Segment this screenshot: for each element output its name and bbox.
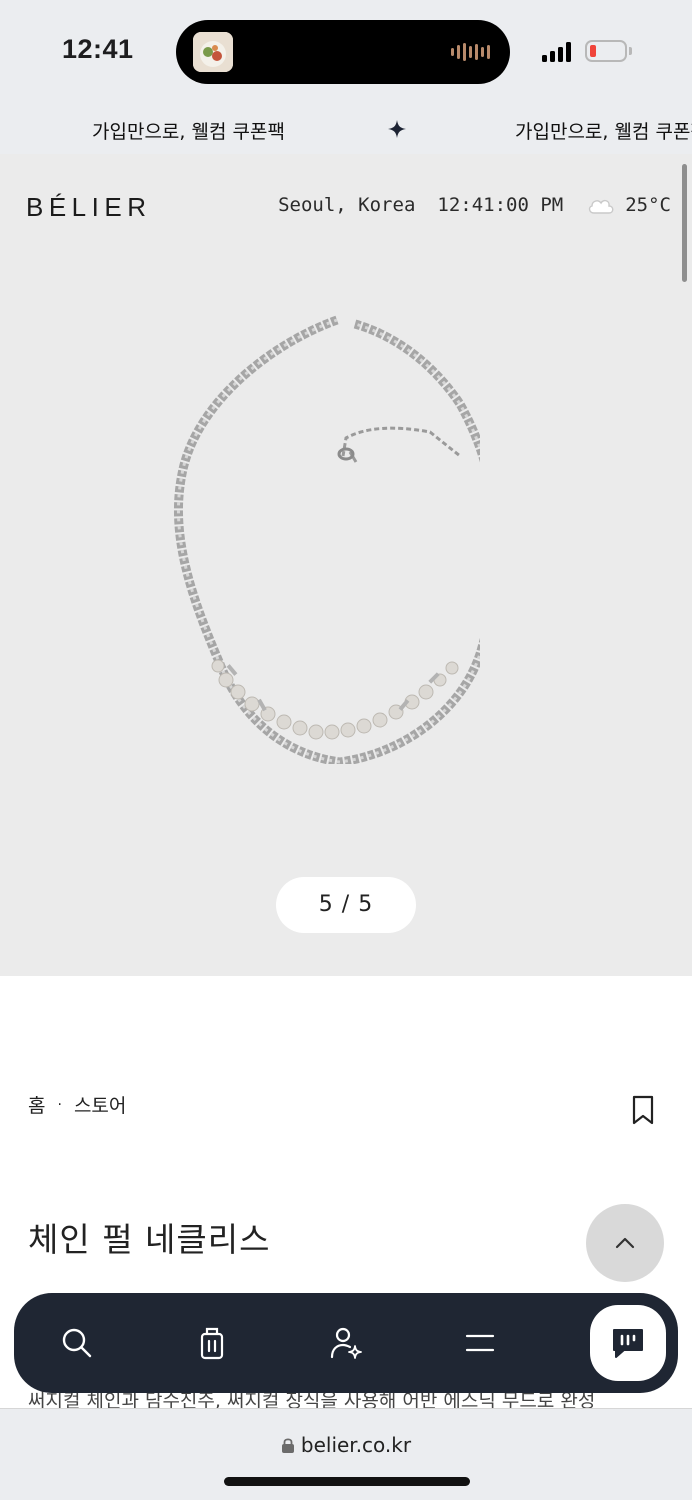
status-bar: 12:41 bbox=[0, 0, 692, 104]
dynamic-island[interactable] bbox=[176, 20, 510, 84]
breadcrumb-home[interactable]: 홈 bbox=[28, 1091, 45, 1118]
now-playing-thumbnail bbox=[193, 32, 233, 72]
chat-icon bbox=[613, 1329, 643, 1358]
search-icon bbox=[62, 1328, 92, 1358]
breadcrumb-store[interactable]: 스토어 bbox=[74, 1091, 126, 1118]
audio-wave-icon bbox=[451, 42, 490, 62]
menu-icon bbox=[465, 1334, 495, 1352]
battery-icon bbox=[585, 40, 627, 62]
product-image-necklace bbox=[173, 315, 480, 764]
bottom-navigation bbox=[14, 1293, 678, 1393]
bookmark-icon[interactable] bbox=[630, 1094, 656, 1126]
browser-address-bar[interactable]: belier.co.kr bbox=[0, 1408, 692, 1500]
nav-menu-button[interactable] bbox=[456, 1319, 504, 1367]
battery-cap bbox=[629, 47, 632, 55]
scroll-to-top-button[interactable] bbox=[586, 1204, 664, 1282]
product-gallery[interactable]: BÉLIER Seoul, Korea 12:41:00 PM 25°C 5 /… bbox=[0, 154, 692, 976]
sparkle-icon bbox=[388, 120, 406, 138]
breadcrumb: 홈 · 스토어 bbox=[28, 1091, 126, 1118]
location-label: Seoul, Korea bbox=[278, 194, 416, 216]
image-pager: 5 / 5 bbox=[276, 877, 416, 933]
chat-button[interactable] bbox=[590, 1305, 666, 1381]
header-meta: Seoul, Korea 12:41:00 PM 25°C bbox=[278, 194, 671, 216]
home-indicator[interactable] bbox=[224, 1477, 470, 1486]
nav-search-button[interactable] bbox=[53, 1319, 101, 1367]
nav-cart-button[interactable] bbox=[188, 1319, 236, 1367]
promo-banner[interactable]: 가입만으로, 웰컴 쿠폰팩 가입만으로, 웰컴 쿠폰팩 bbox=[0, 104, 692, 154]
promo-banner-text: 가입만으로, 웰컴 쿠폰팩 bbox=[92, 121, 285, 143]
product-title: 체인 펄 네클리스 bbox=[28, 1220, 271, 1259]
lock-icon bbox=[281, 1438, 294, 1453]
temperature-label: 25°C bbox=[625, 194, 671, 216]
shopping-bag-icon bbox=[200, 1327, 224, 1360]
chevron-up-icon bbox=[615, 1237, 635, 1249]
promo-banner-text-repeat: 가입만으로, 웰컴 쿠폰팩 bbox=[515, 121, 692, 143]
address-field[interactable]: belier.co.kr bbox=[0, 1433, 692, 1457]
status-time: 12:41 bbox=[62, 34, 134, 64]
brand-logo[interactable]: BÉLIER bbox=[26, 192, 152, 223]
nav-account-button[interactable] bbox=[322, 1319, 370, 1367]
user-star-icon bbox=[330, 1327, 362, 1359]
scrollbar[interactable] bbox=[682, 164, 687, 282]
url-text: belier.co.kr bbox=[300, 1433, 412, 1457]
cellular-signal-icon bbox=[542, 40, 571, 62]
cloud-icon bbox=[589, 199, 614, 214]
clock-label: 12:41:00 PM bbox=[437, 194, 564, 216]
breadcrumb-separator: · bbox=[57, 1096, 62, 1113]
